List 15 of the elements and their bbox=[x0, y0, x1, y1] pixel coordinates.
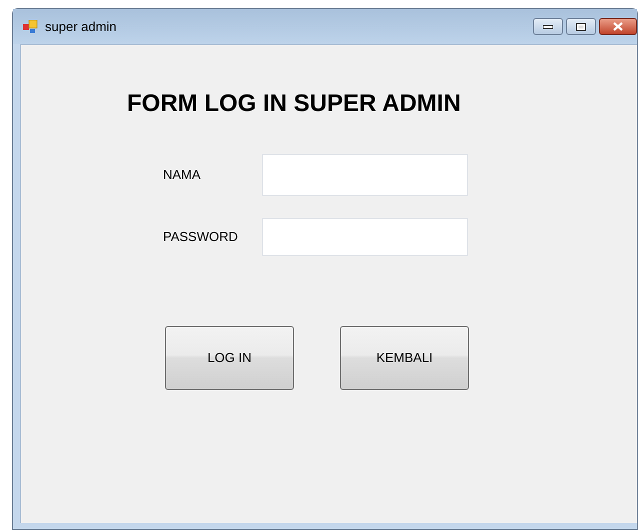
close-icon bbox=[613, 22, 623, 31]
form-heading: FORM LOG IN SUPER ADMIN bbox=[127, 89, 462, 119]
field-label: NAMA bbox=[163, 166, 202, 184]
input-field[interactable] bbox=[262, 154, 468, 196]
minimize-icon bbox=[543, 24, 553, 28]
close-button[interactable] bbox=[599, 18, 637, 35]
app-icon bbox=[23, 20, 39, 34]
maximize-icon bbox=[576, 22, 586, 30]
field-label: PASSWORD bbox=[163, 228, 239, 246]
form-button[interactable]: LOG IN bbox=[165, 326, 294, 390]
maximize-button[interactable] bbox=[566, 18, 596, 35]
form-button[interactable]: KEMBALI bbox=[340, 326, 469, 390]
window-title: super admin bbox=[45, 18, 117, 36]
input-field[interactable] bbox=[262, 218, 468, 256]
minimize-button[interactable] bbox=[533, 18, 563, 35]
